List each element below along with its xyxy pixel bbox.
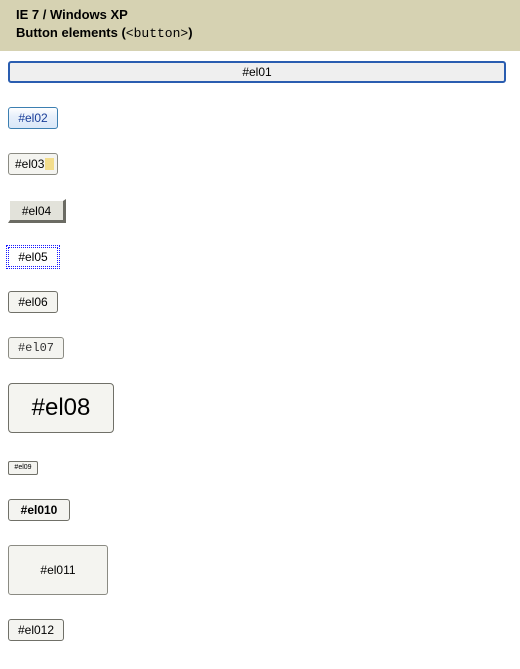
button-el03-wrap: #el03	[8, 153, 58, 175]
header-line2: Button elements (<button>)	[16, 24, 510, 43]
header-line2-code: <button>	[126, 26, 188, 41]
button-el02[interactable]: #el02	[8, 107, 58, 129]
button-el09[interactable]: #el09	[8, 461, 38, 475]
button-el04[interactable]: #el04	[8, 199, 66, 223]
button-el012[interactable]: #el012	[8, 619, 64, 641]
header-bar: IE 7 / Windows XP Button elements (<butt…	[0, 0, 520, 51]
button-el07[interactable]: #el07	[8, 337, 64, 359]
button-el03[interactable]: #el03	[8, 153, 58, 175]
button-el08[interactable]: #el08	[8, 383, 114, 433]
header-line2-prefix: Button elements (	[16, 25, 126, 40]
button-el011[interactable]: #el011	[8, 545, 108, 595]
button-el01[interactable]: #el01	[8, 61, 506, 83]
button-el010[interactable]: #el010	[8, 499, 70, 521]
button-el05[interactable]: #el05	[8, 247, 58, 267]
header-line1: IE 7 / Windows XP	[16, 6, 510, 24]
demo-stage: #el01 #el02 #el03 #el04 #el05 #el06 #el0…	[0, 51, 520, 669]
header-line2-suffix: )	[188, 25, 192, 40]
button-el06[interactable]: #el06	[8, 291, 58, 313]
